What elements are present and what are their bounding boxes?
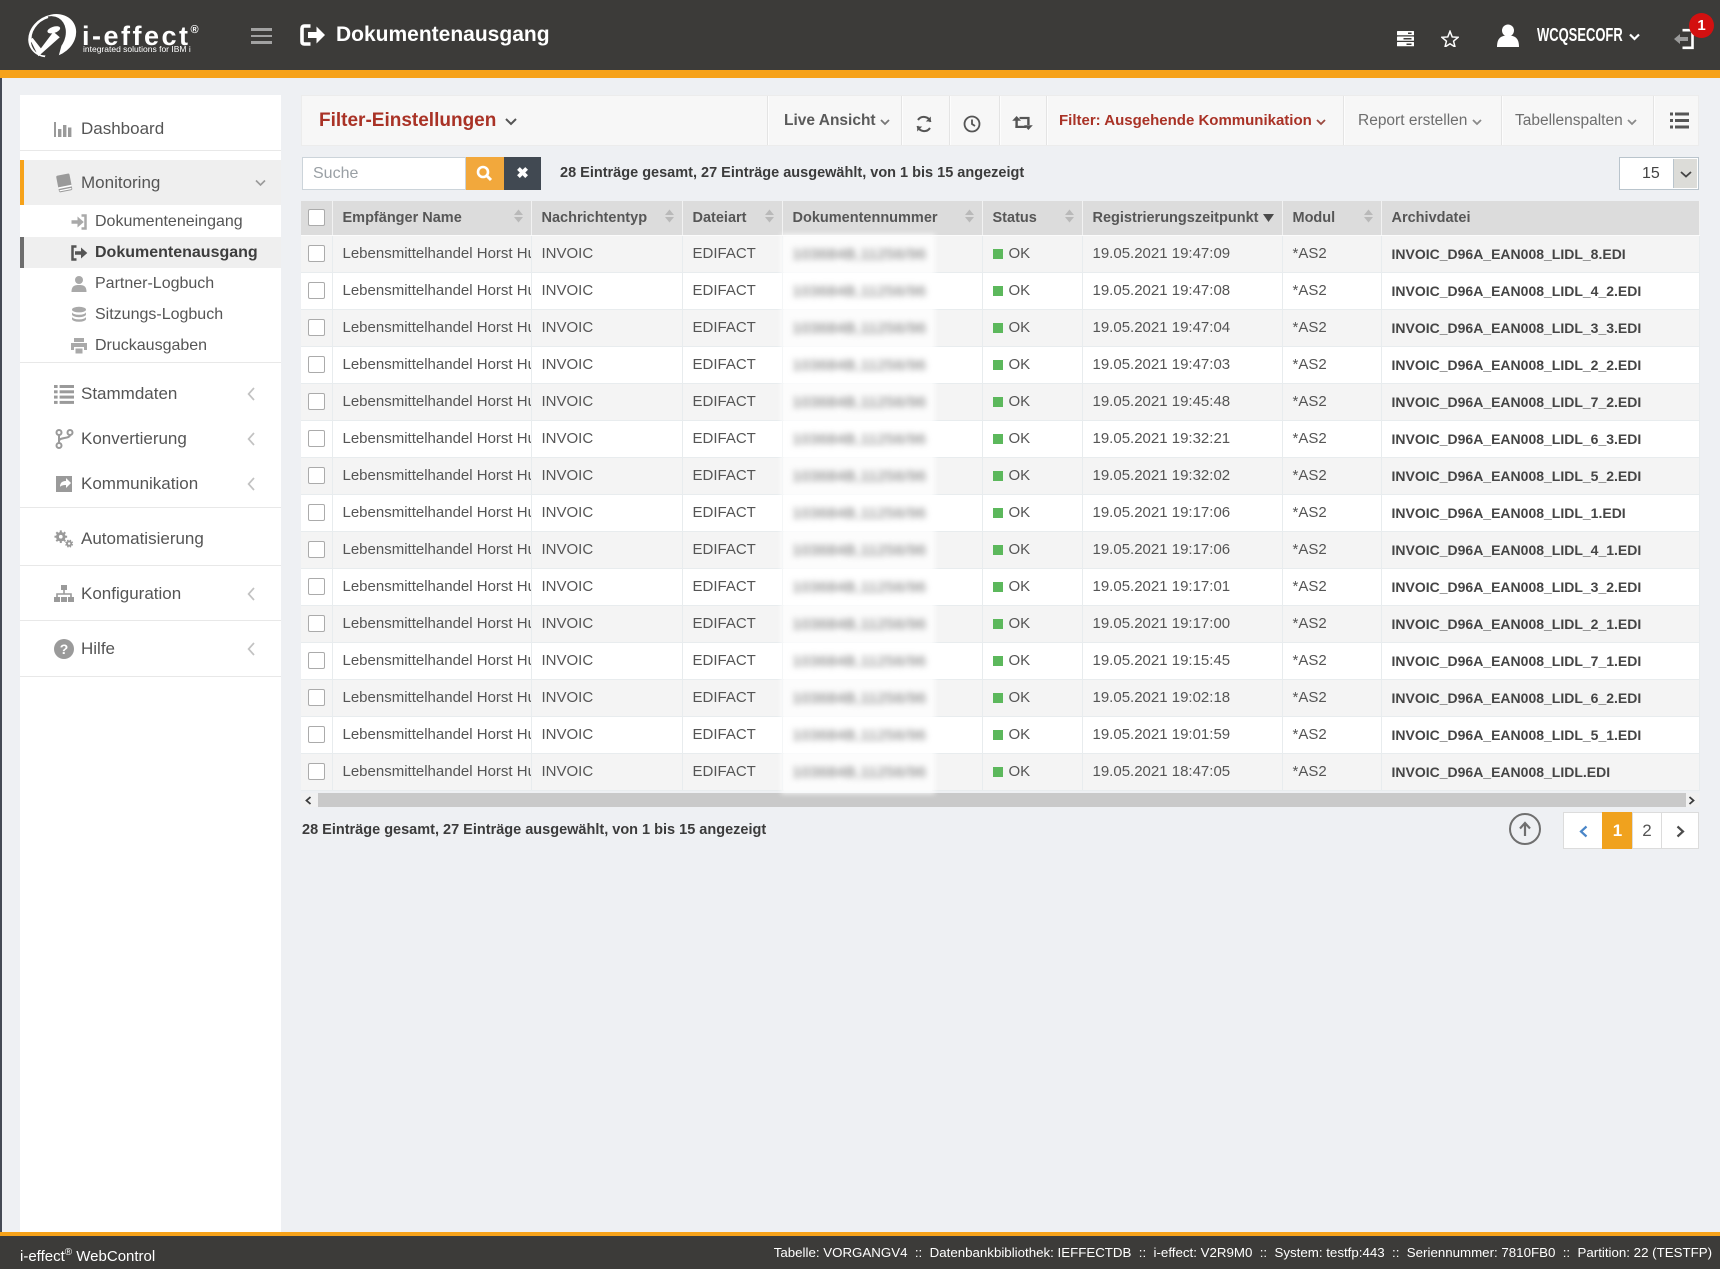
svg-text:?: ? xyxy=(60,641,69,657)
